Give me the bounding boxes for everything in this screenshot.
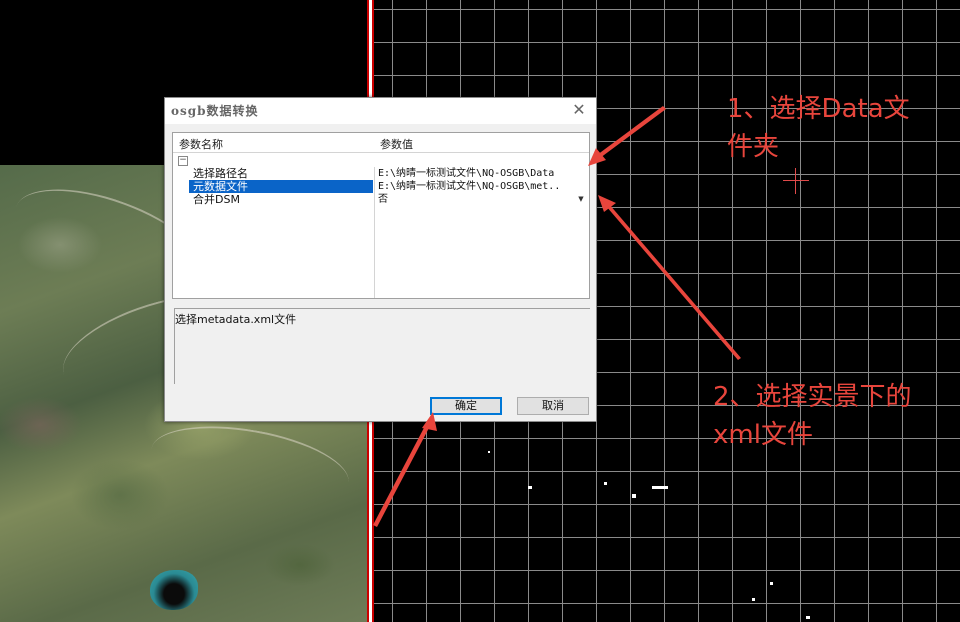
arrow-to-ok-button (373, 424, 430, 527)
arrow-to-metadata-row (606, 204, 741, 360)
arrow-to-path-row (597, 106, 666, 158)
arrow-to-ok-button-head (422, 412, 437, 431)
annotation-arrows (373, 106, 741, 527)
